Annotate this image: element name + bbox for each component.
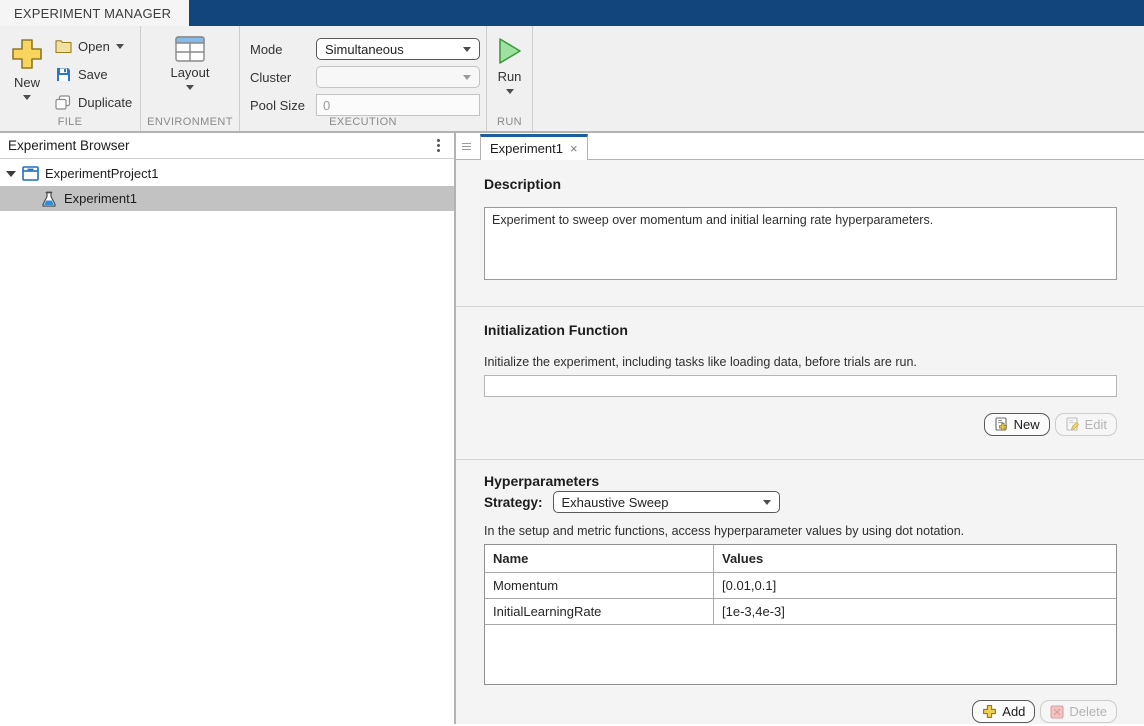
toolstrip-tab-experiment-manager[interactable]: EXPERIMENT MANAGER (0, 0, 190, 26)
delete-x-icon (1050, 704, 1064, 719)
experiment-flask-icon (40, 191, 58, 207)
description-textarea[interactable]: Experiment to sweep over momentum and in… (484, 207, 1117, 280)
strategy-label: Strategy: (484, 494, 543, 510)
initialization-new-label: New (1013, 417, 1040, 432)
run-button[interactable]: Run (487, 32, 532, 94)
add-hyperparameter-button[interactable]: Add (972, 700, 1036, 723)
delete-button-label: Delete (1069, 704, 1107, 719)
mode-dropdown-caret (463, 46, 471, 52)
new-function-icon (994, 417, 1009, 432)
initialization-edit-label: Edit (1084, 417, 1107, 432)
toolbar-empty-space (533, 26, 1144, 131)
tree-item-experiment[interactable]: Experiment1 (0, 186, 454, 211)
pool-size-label: Pool Size (250, 97, 305, 113)
table-cell-name[interactable]: Momentum (485, 573, 714, 598)
tab-grip-icon[interactable] (462, 143, 471, 150)
save-disk-icon (54, 66, 72, 82)
duplicate-button-label: Duplicate (78, 94, 133, 110)
experiment-detail-panel: Experiment1 × Description Experiment to … (456, 133, 1144, 724)
toolbar-section-file: New Open Save Duplicate FILE (0, 26, 141, 131)
cluster-dropdown (316, 66, 480, 88)
initialization-edit-button: Edit (1054, 413, 1117, 436)
run-section-label: RUN (496, 116, 523, 128)
layout-button[interactable]: Layout (141, 32, 239, 90)
environment-section-label: ENVIRONMENT (147, 116, 233, 128)
table-header-row: Name Values (485, 545, 1116, 573)
open-folder-icon (54, 38, 72, 54)
document-tabstrip: Experiment1 × (456, 133, 1144, 160)
new-dropdown-caret[interactable] (23, 95, 31, 100)
strategy-dropdown-caret (762, 499, 771, 505)
initialization-heading: Initialization Function (484, 322, 628, 338)
initialization-new-button[interactable]: New (983, 413, 1050, 436)
experiment-detail-content: Description Experiment to sweep over mom… (456, 160, 1144, 724)
table-header-name[interactable]: Name (485, 545, 714, 572)
experiment-browser-title: Experiment Browser (8, 138, 130, 153)
table-row[interactable]: Momentum [0.01,0.1] (485, 573, 1116, 599)
file-section-label: FILE (57, 116, 83, 128)
new-button-label: New (13, 75, 40, 90)
execution-section-label: EXECUTION (329, 116, 397, 128)
description-heading: Description (484, 176, 562, 192)
toolstrip: New Open Save Duplicate FILE Layout ENVI… (0, 26, 1144, 133)
layout-icon (175, 36, 205, 62)
initialization-function-input[interactable] (484, 375, 1117, 397)
mode-label: Mode (250, 41, 283, 57)
edit-function-icon (1065, 417, 1080, 432)
experiment-tree: ExperimentProject1 Experiment1 (0, 159, 454, 211)
new-plus-icon (9, 36, 45, 72)
cluster-dropdown-caret (463, 74, 471, 80)
panel-menu-kebab-icon[interactable] (433, 137, 444, 154)
open-button[interactable]: Open (54, 32, 132, 60)
add-plus-icon (982, 704, 997, 719)
mode-dropdown[interactable]: Simultaneous (316, 38, 480, 60)
table-cell-values[interactable]: [1e-3,4e-3] (714, 599, 1116, 624)
save-button-label: Save (78, 66, 108, 82)
toolstrip-banner: EXPERIMENT MANAGER (0, 0, 1144, 26)
initialization-hint: Initialize the experiment, including tas… (484, 355, 917, 369)
open-dropdown-caret[interactable] (115, 43, 124, 49)
hyperparameters-table: Name Values Momentum [0.01,0.1] InitialL… (484, 544, 1117, 685)
strategy-dropdown[interactable]: Exhaustive Sweep (552, 491, 780, 513)
tab-experiment1-label: Experiment1 (490, 141, 563, 156)
table-header-values[interactable]: Values (714, 545, 1116, 572)
open-button-label: Open (78, 38, 110, 54)
run-dropdown-caret[interactable] (505, 89, 514, 94)
duplicate-icon (54, 94, 72, 110)
hyperparameters-hint: In the setup and metric functions, acces… (484, 524, 965, 538)
strategy-dropdown-value: Exhaustive Sweep (561, 494, 669, 510)
table-empty-area (485, 625, 1116, 684)
layout-button-label: Layout (170, 65, 210, 80)
run-play-icon (496, 36, 524, 66)
save-button[interactable]: Save (54, 60, 132, 88)
table-cell-values[interactable]: [0.01,0.1] (714, 573, 1116, 598)
tab-experiment1[interactable]: Experiment1 × (480, 134, 588, 160)
tree-expander-icon[interactable] (6, 170, 16, 177)
toolbar-section-environment: Layout ENVIRONMENT (141, 26, 240, 131)
project-box-icon (21, 166, 39, 182)
mode-dropdown-value: Simultaneous (325, 41, 404, 57)
duplicate-button[interactable]: Duplicate (54, 88, 132, 116)
tab-close-icon[interactable]: × (570, 141, 578, 156)
table-row[interactable]: InitialLearningRate [1e-3,4e-3] (485, 599, 1116, 625)
add-button-label: Add (1002, 704, 1026, 719)
layout-dropdown-caret[interactable] (186, 85, 194, 90)
toolbar-section-run: Run RUN (487, 26, 533, 131)
tree-item-experiment-label: Experiment1 (64, 191, 137, 206)
cluster-label: Cluster (250, 69, 292, 85)
delete-hyperparameter-button: Delete (1040, 700, 1117, 723)
table-cell-name[interactable]: InitialLearningRate (485, 599, 714, 624)
tree-item-project-label: ExperimentProject1 (45, 166, 159, 181)
pool-size-input (316, 94, 480, 116)
tree-item-project[interactable]: ExperimentProject1 (0, 161, 454, 186)
experiment-browser-panel: Experiment Browser ExperimentProject1 Ex… (0, 133, 456, 724)
hyperparameters-heading: Hyperparameters (484, 473, 600, 489)
toolbar-section-execution: Mode Simultaneous Cluster Pool Size EXEC… (240, 26, 487, 131)
run-button-label: Run (497, 69, 522, 84)
